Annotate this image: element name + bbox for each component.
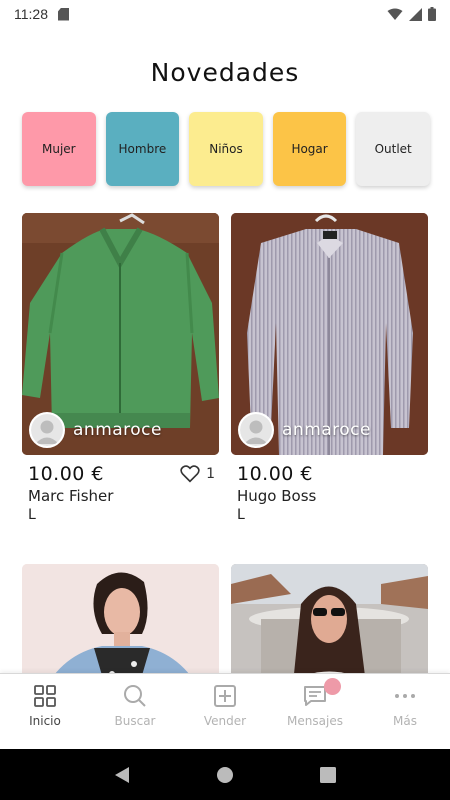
category-hombre[interactable]: Hombre [105, 112, 180, 186]
nav-label: Más [393, 714, 417, 728]
bottom-navigation: Inicio Buscar Vender Mensajes Más [0, 673, 450, 749]
product-brand: Marc Fisher [28, 487, 114, 505]
category-label: Niños [209, 142, 243, 156]
battery-icon [428, 7, 436, 21]
product-price: 10.00 € [237, 463, 314, 485]
category-label: Hombre [118, 142, 167, 156]
nav-mensajes[interactable]: Mensajes [270, 674, 360, 749]
status-bar: 11:28 [0, 0, 450, 28]
nav-vender[interactable]: Vender [180, 674, 270, 749]
category-outlet[interactable]: Outlet [356, 112, 430, 186]
nav-label: Vender [203, 714, 247, 728]
notification-badge [324, 678, 341, 695]
like-count: 1 [206, 466, 215, 482]
system-navigation-bar [0, 749, 450, 800]
status-icons [387, 7, 436, 21]
category-ninos[interactable]: Niños [189, 112, 263, 186]
category-label: Outlet [374, 142, 412, 156]
product-card[interactable]: anmaroce 10.00 € Marc Fisher L 1 [22, 213, 219, 523]
sd-card-icon [58, 7, 69, 21]
avatar [29, 412, 65, 448]
seller-info[interactable]: anmaroce [29, 412, 162, 448]
product-brand: Hugo Boss [237, 487, 317, 505]
plus-square-icon [214, 685, 236, 707]
product-photo-striped-shirt[interactable]: anmaroce [231, 213, 428, 455]
more-icon [395, 694, 415, 698]
avatar [238, 412, 274, 448]
category-hogar[interactable]: Hogar [272, 112, 347, 186]
category-list: Mujer Hombre Niños Hogar Outlet [22, 112, 430, 186]
heart-icon [180, 465, 200, 483]
nav-buscar[interactable]: Buscar [90, 674, 180, 749]
status-time: 11:28 [14, 6, 48, 22]
grid-icon [34, 685, 56, 707]
seller-name: anmaroce [282, 420, 371, 440]
signal-icon [409, 7, 422, 21]
product-size: L [237, 507, 245, 523]
product-size: L [28, 507, 36, 523]
seller-name: anmaroce [73, 420, 162, 440]
back-icon[interactable] [113, 766, 131, 784]
recents-icon[interactable] [319, 766, 337, 784]
nav-mas[interactable]: Más [360, 674, 450, 749]
nav-label: Mensajes [287, 714, 343, 728]
seller-info[interactable]: anmaroce [238, 412, 371, 448]
search-icon [124, 685, 146, 707]
category-label: Mujer [41, 142, 76, 156]
product-photo-green-cardigan[interactable]: anmaroce [22, 213, 219, 455]
category-mujer[interactable]: Mujer [22, 112, 96, 186]
wifi-icon [387, 8, 403, 20]
screen: 11:28 Novedades Mujer Hombre Niños Hogar… [0, 0, 450, 800]
page-title: Novedades [150, 58, 300, 87]
like-button[interactable]: 1 [180, 465, 215, 483]
home-icon[interactable] [216, 766, 234, 784]
nav-label: Buscar [114, 714, 156, 728]
category-label: Hogar [291, 142, 328, 156]
nav-inicio[interactable]: Inicio [0, 674, 90, 749]
product-card[interactable]: anmaroce 10.00 € Hugo Boss L [231, 213, 428, 523]
nav-label: Inicio [29, 714, 61, 728]
